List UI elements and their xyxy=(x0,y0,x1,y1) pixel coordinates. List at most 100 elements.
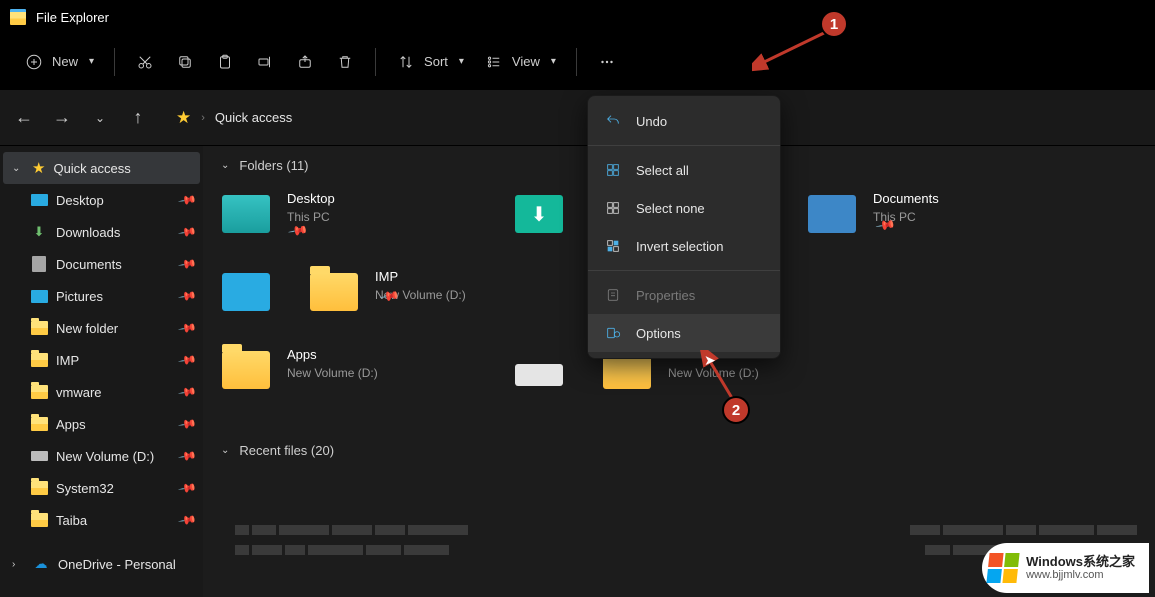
select-none-icon xyxy=(604,199,622,217)
sidebar-item-label: IMP xyxy=(56,353,79,368)
pictures-icon xyxy=(30,287,48,305)
chevron-down-icon: ▾ xyxy=(459,56,464,67)
folder-location: New Volume (D:) xyxy=(287,366,378,380)
sidebar-item-pictures[interactable]: Pictures📌 xyxy=(0,280,203,312)
new-button[interactable]: New ▾ xyxy=(14,46,104,78)
folder-item[interactable]: IMPNew Volume (D:)📌 xyxy=(309,263,574,341)
folder-item[interactable] xyxy=(221,263,281,341)
separator xyxy=(375,48,376,76)
cloud-icon: ☁ xyxy=(32,555,50,573)
folder-icon xyxy=(221,347,271,393)
paste-button[interactable] xyxy=(205,46,245,78)
sort-button[interactable]: Sort ▾ xyxy=(386,46,474,78)
share-icon xyxy=(295,52,315,72)
blurred-content xyxy=(235,545,449,555)
menu-separator xyxy=(588,270,780,271)
pin-icon: 📌 xyxy=(177,190,197,210)
desktop-folder-icon xyxy=(221,191,271,237)
sidebar-quick-access[interactable]: ⌄ ★ Quick access xyxy=(3,152,200,184)
chevron-right-icon: › xyxy=(201,112,205,124)
new-label: New xyxy=(52,54,78,69)
share-button[interactable] xyxy=(285,46,325,78)
folder-name: Documents xyxy=(873,191,939,206)
annotation-arrow-1 xyxy=(752,28,832,72)
nav-row: ← → ⌄ ↑ ★ › Quick access xyxy=(0,90,1155,146)
chevron-down-icon[interactable]: ⌄ xyxy=(12,163,24,174)
rename-button[interactable] xyxy=(245,46,285,78)
watermark-url: www.bjjmlv.com xyxy=(1026,569,1135,581)
delete-button[interactable] xyxy=(325,46,365,78)
properties-icon xyxy=(604,286,622,304)
watermark-title: Windows系统之家 xyxy=(1026,555,1135,569)
chevron-down-icon: ⌄ xyxy=(221,160,229,171)
downloads-folder-icon: ⬇ xyxy=(514,191,564,237)
copy-button[interactable] xyxy=(165,46,205,78)
menu-select-all[interactable]: Select all xyxy=(588,151,780,189)
blurred-content xyxy=(910,525,1137,535)
breadcrumb[interactable]: Quick access xyxy=(215,110,292,125)
select-all-icon xyxy=(604,161,622,179)
folder-item[interactable]: DocumentsThis PC📌 xyxy=(807,185,1072,263)
chevron-down-icon: ▾ xyxy=(89,56,94,67)
chevron-down-icon: ▾ xyxy=(551,56,556,67)
sidebar-item-label: Apps xyxy=(56,417,86,432)
view-button[interactable]: View ▾ xyxy=(474,46,566,78)
menu-select-none[interactable]: Select none xyxy=(588,189,780,227)
menu-invert-selection[interactable]: Invert selection xyxy=(588,227,780,265)
sidebar-item-system32[interactable]: System32📌 xyxy=(0,472,203,504)
menu-options[interactable]: Options xyxy=(588,314,780,352)
folder-item[interactable]: DesktopThis PC📌 xyxy=(221,185,486,263)
folder-name: IMP xyxy=(375,269,466,284)
menu-label: Properties xyxy=(636,288,695,303)
copy-icon xyxy=(175,52,195,72)
folder-item[interactable]: AppsNew Volume (D:) xyxy=(221,341,486,419)
folder-item[interactable] xyxy=(514,341,574,419)
menu-separator xyxy=(588,145,780,146)
drive-icon xyxy=(514,347,564,393)
more-button[interactable] xyxy=(587,46,627,78)
pin-icon: 📌 xyxy=(177,478,197,498)
view-icon xyxy=(484,52,504,72)
menu-label: Select all xyxy=(636,163,689,178)
menu-label: Options xyxy=(636,326,681,341)
undo-icon xyxy=(604,112,622,130)
options-icon xyxy=(604,324,622,342)
annotation-badge-1: 1 xyxy=(820,10,848,38)
recent-dropdown[interactable]: ⌄ xyxy=(90,111,110,125)
sidebar-item-newvolume[interactable]: New Volume (D:)📌 xyxy=(0,440,203,472)
sidebar-label: Quick access xyxy=(53,161,130,176)
sidebar-onedrive[interactable]: › ☁ OneDrive - Personal xyxy=(0,548,203,580)
up-button[interactable]: ↑ xyxy=(128,107,148,128)
cut-button[interactable] xyxy=(125,46,165,78)
desktop-icon xyxy=(30,191,48,209)
documents-folder-icon xyxy=(807,191,857,237)
sidebar-item-label: vmware xyxy=(56,385,102,400)
sidebar-item-imp[interactable]: IMP📌 xyxy=(0,344,203,376)
group-title: Folders (11) xyxy=(239,158,308,173)
sidebar-item-downloads[interactable]: ⬇Downloads📌 xyxy=(0,216,203,248)
ellipsis-icon xyxy=(597,52,617,72)
watermark: Windows系统之家 www.bjjmlv.com xyxy=(982,543,1149,593)
sidebar-item-label: New Volume (D:) xyxy=(56,449,154,464)
windows-logo-icon xyxy=(986,553,1019,583)
menu-properties: Properties xyxy=(588,276,780,314)
chevron-right-icon[interactable]: › xyxy=(12,559,24,570)
blurred-content xyxy=(235,525,468,535)
download-icon: ⬇ xyxy=(30,223,48,241)
sidebar-item-documents[interactable]: Documents📌 xyxy=(0,248,203,280)
sidebar-item-vmware[interactable]: vmware📌 xyxy=(0,376,203,408)
group-recent-header[interactable]: ⌄ Recent files (20) xyxy=(221,443,1137,458)
menu-undo[interactable]: Undo xyxy=(588,102,780,140)
sidebar-item-taiba[interactable]: Taiba📌 xyxy=(0,504,203,536)
forward-button[interactable]: → xyxy=(52,107,72,128)
rename-icon xyxy=(255,52,275,72)
back-button[interactable]: ← xyxy=(14,107,34,128)
sidebar-item-newfolder[interactable]: New folder📌 xyxy=(0,312,203,344)
drive-icon xyxy=(30,447,48,465)
pin-icon: 📌 xyxy=(177,318,197,338)
sidebar-item-apps[interactable]: Apps 📌 xyxy=(0,408,203,440)
folder-icon xyxy=(30,383,48,401)
document-icon xyxy=(30,255,48,273)
sidebar-item-desktop[interactable]: Desktop📌 xyxy=(0,184,203,216)
pin-icon: 📌 xyxy=(177,414,197,434)
